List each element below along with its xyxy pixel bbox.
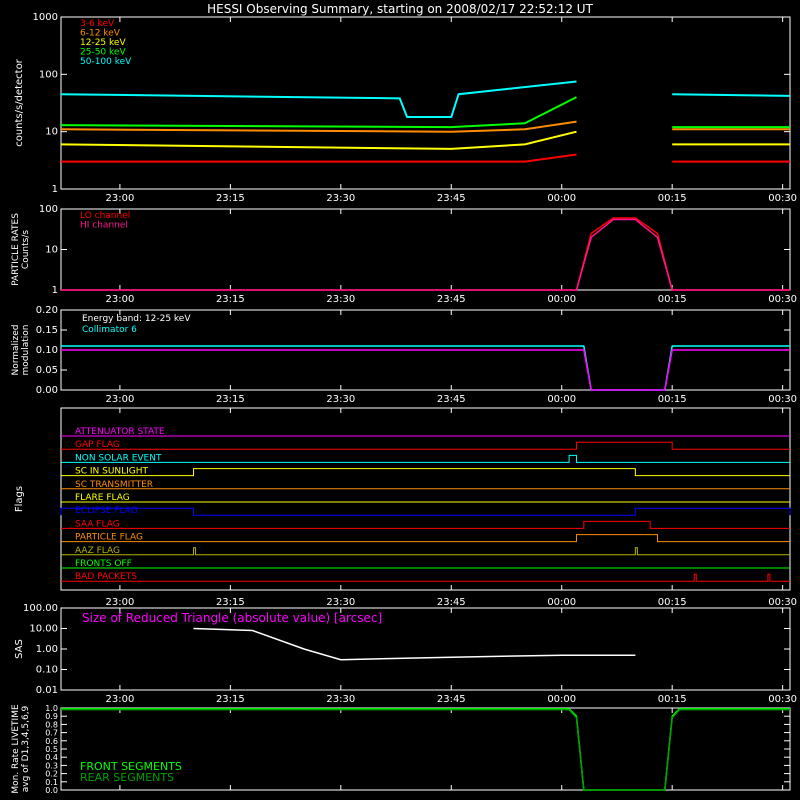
y-tick-label: 0.05: [36, 365, 58, 376]
x-tick-label: 23:00: [105, 193, 134, 204]
y-tick-label: 1.00: [36, 644, 58, 655]
x-tick-label: 23:30: [326, 294, 355, 305]
x-tick-label: 00:30: [768, 597, 797, 608]
x-tick-label: 23:45: [437, 193, 466, 204]
y-axis-label: counts/s/detector: [14, 58, 25, 146]
y-tick-label: 100: [39, 204, 58, 215]
y-axis-label: Flags: [14, 486, 25, 512]
y-axis-label: modulation: [21, 325, 31, 376]
y-tick-label: 0.9: [45, 712, 58, 721]
legend-entry: 25-50 keV: [80, 48, 126, 58]
y-tick-label: 10.00: [29, 624, 58, 635]
legend-entry: 3-6 keV: [80, 19, 115, 29]
y-tick-label: 0.2: [45, 770, 58, 779]
x-tick-label: 00:00: [547, 193, 576, 204]
x-tick-label: 23:45: [437, 597, 466, 608]
x-tick-label: 23:45: [437, 694, 466, 705]
y-tick-label: 0.10: [36, 345, 58, 356]
x-tick-label: 23:15: [216, 597, 245, 608]
x-tick-label: 23:00: [105, 294, 134, 305]
y-tick-label: 0.10: [36, 665, 58, 676]
x-tick-label: 00:00: [547, 597, 576, 608]
x-tick-label: 00:30: [768, 394, 797, 405]
legend-entry: 12-25 keV: [80, 38, 126, 48]
y-tick-label: 1.0: [45, 704, 58, 713]
legend-entry: 6-12 keV: [80, 29, 121, 39]
y-axis-label: avg of D1,3,4,5,6,9: [21, 705, 31, 792]
y-tick-label: 0.8: [45, 720, 58, 729]
annotation-sas: Size of Reduced Triangle (absolute value…: [82, 611, 382, 625]
x-tick-label: 00:15: [658, 694, 687, 705]
y-tick-label: 0.01: [36, 685, 58, 696]
x-tick-label: 23:45: [437, 394, 466, 405]
x-tick-label: 00:30: [768, 294, 797, 305]
legend-entry: REAR SEGMENTS: [80, 771, 174, 784]
legend-entry: LO channel: [80, 211, 130, 221]
y-tick-label: 0.15: [36, 325, 58, 336]
x-tick-label: 00:00: [547, 294, 576, 305]
x-tick-label: 00:30: [768, 193, 797, 204]
x-tick-label: 00:15: [658, 294, 687, 305]
y-tick-label: 10: [45, 245, 58, 256]
x-tick-label: 23:15: [216, 694, 245, 705]
y-axis-label: Normalized: [11, 324, 21, 375]
annotation-collimator: Collimator 6: [82, 325, 137, 335]
y-tick-label: 1: [52, 285, 58, 296]
y-tick-label: 0.1: [45, 778, 58, 787]
y-tick-label: 0.3: [45, 761, 58, 770]
y-tick-label: 10: [45, 127, 58, 138]
x-tick-label: 23:45: [437, 294, 466, 305]
x-tick-label: 00:00: [547, 394, 576, 405]
legend-entry: HI channel: [80, 221, 128, 231]
y-tick-label: 0.7: [45, 729, 58, 738]
x-tick-label: 23:15: [216, 294, 245, 305]
y-tick-label: 100.00: [23, 603, 58, 614]
x-tick-label: 23:30: [326, 597, 355, 608]
y-tick-label: 1000: [33, 12, 58, 23]
x-tick-label: 23:00: [105, 694, 134, 705]
x-tick-label: 23:15: [216, 394, 245, 405]
x-tick-label: 23:15: [216, 193, 245, 204]
hessi-summary-chart: HESSI Observing Summary, starting on 200…: [0, 0, 800, 800]
y-tick-label: 0.6: [45, 737, 58, 746]
x-tick-label: 00:30: [768, 694, 797, 705]
y-tick-label: 0.00: [36, 385, 58, 396]
y-tick-label: 0.0: [45, 786, 58, 795]
x-tick-label: 23:00: [105, 394, 134, 405]
annotation-energy-band: Energy band: 12-25 keV: [82, 314, 191, 324]
legend-entry: 50-100 keV: [80, 57, 132, 67]
x-tick-label: 00:15: [658, 597, 687, 608]
x-tick-label: 00:00: [547, 694, 576, 705]
x-tick-label: 23:30: [326, 694, 355, 705]
x-tick-label: 00:15: [658, 193, 687, 204]
x-tick-label: 00:15: [658, 394, 687, 405]
y-tick-label: 0.20: [36, 305, 58, 316]
x-tick-label: 23:00: [105, 597, 134, 608]
x-tick-label: 23:30: [326, 193, 355, 204]
y-tick-label: 0.4: [45, 753, 58, 762]
y-axis-label: Counts/s: [21, 230, 31, 269]
y-axis-label: Mon. Rate LIVETIME: [11, 704, 21, 794]
y-axis-label: PARTICLE RATES: [11, 213, 21, 286]
y-tick-label: 0.5: [45, 745, 58, 754]
y-tick-label: 100: [39, 69, 58, 80]
y-axis-label: SAS: [14, 639, 25, 659]
chart-title: HESSI Observing Summary, starting on 200…: [207, 2, 593, 16]
x-tick-label: 23:30: [326, 394, 355, 405]
y-tick-label: 1: [52, 184, 58, 195]
